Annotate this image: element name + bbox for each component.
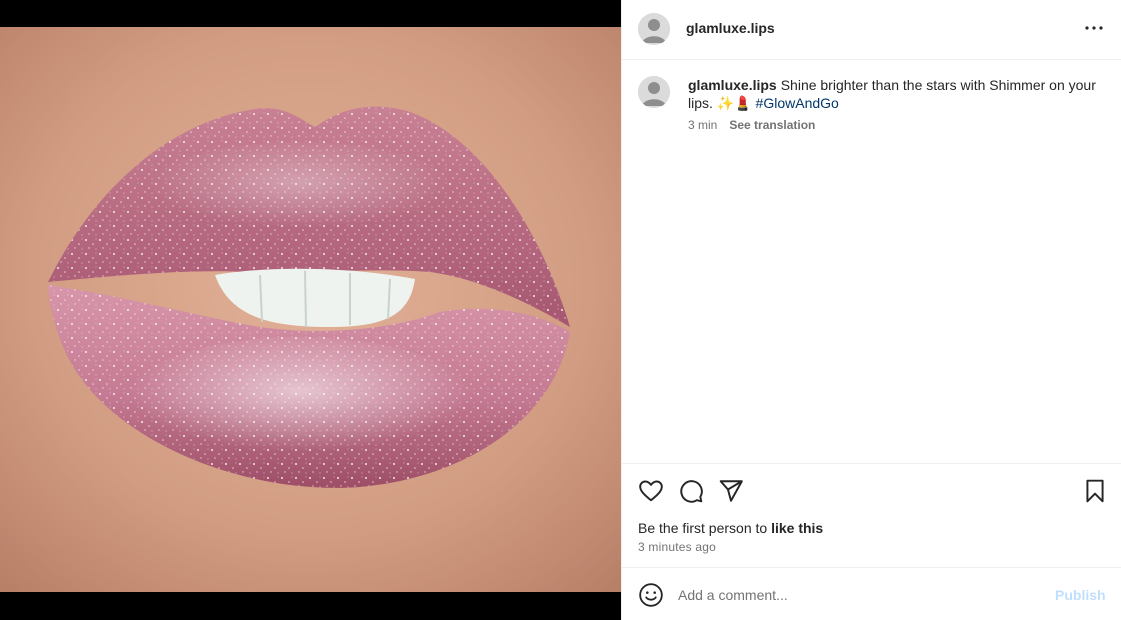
see-translation-link[interactable]: See translation — [729, 118, 815, 132]
paper-plane-icon[interactable] — [718, 478, 744, 504]
comment-bar: Publish — [622, 567, 1121, 620]
caption-time: 3 min — [688, 118, 718, 132]
publish-button[interactable]: Publish — [1055, 587, 1106, 603]
lips-illustration — [0, 27, 621, 592]
likes-prefix: Be the first person to — [638, 520, 772, 536]
heart-icon[interactable] — [638, 478, 664, 504]
default-avatar-icon[interactable] — [638, 76, 670, 108]
post-timestamp: 3 minutes ago — [638, 540, 716, 554]
caption-text: glamluxe.lips Shine brighter than the sta… — [688, 76, 1098, 112]
post-author-username[interactable]: glamluxe.lips — [686, 20, 775, 36]
post-photo-glitter-lips[interactable] — [0, 27, 621, 592]
post-header: glamluxe.lips — [622, 0, 1121, 60]
caption-meta: 3 min See translation — [688, 118, 815, 132]
post-details-panel: glamluxe.lips glamluxe.lips Shine brighte… — [621, 0, 1121, 620]
bookmark-icon[interactable] — [1082, 478, 1108, 504]
caption-hashtag[interactable]: #GlowAndGo — [756, 95, 839, 111]
more-options-icon[interactable] — [1082, 16, 1106, 40]
comment-icon[interactable] — [678, 478, 704, 504]
smiley-icon[interactable] — [638, 582, 664, 608]
caption-username[interactable]: glamluxe.lips — [688, 77, 777, 93]
post-media — [0, 0, 621, 620]
default-avatar-icon[interactable] — [638, 13, 670, 45]
post-actions: Be the first person to like this 3 minut… — [622, 463, 1121, 567]
likes-summary: Be the first person to like this — [638, 520, 823, 536]
comment-input[interactable] — [678, 584, 1038, 606]
like-this-link[interactable]: like this — [771, 520, 823, 536]
